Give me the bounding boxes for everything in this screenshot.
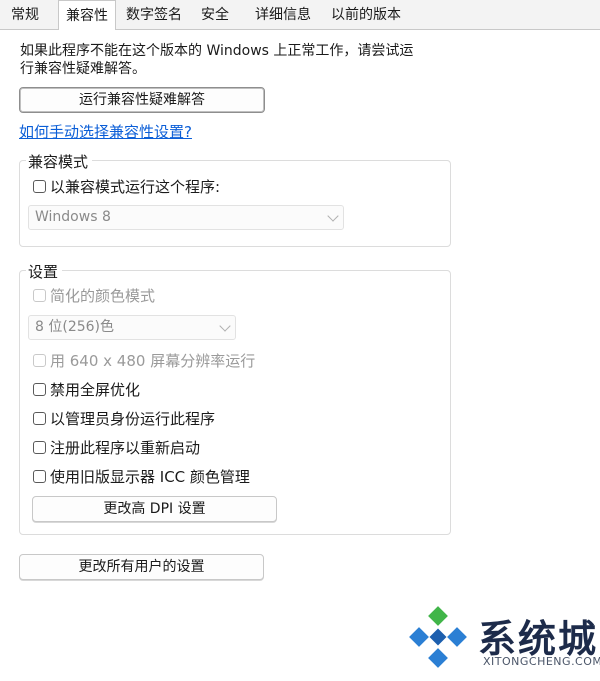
res-640-label: 用 640 x 480 屏幕分辨率运行 [50,352,256,370]
tab-details[interactable]: 详细信息 [246,2,320,29]
tab-compatibility[interactable]: 兼容性 [58,0,116,30]
settings-title: 设置 [26,261,63,282]
tab-previous-versions[interactable]: 以前的版本 [322,2,410,29]
compat-mode-checkbox[interactable] [33,180,46,193]
tab-general[interactable]: 常规 [2,2,48,29]
intro-text: 如果此程序不能在这个版本的 Windows 上正常工作，请尝试运 行兼容性疑难解… [20,42,460,78]
watermark-logo-icon [409,606,467,668]
disable-fullscreen-checkbox[interactable] [33,383,46,396]
manual-settings-link[interactable]: 如何手动选择兼容性设置? [19,121,192,142]
register-restart-label: 注册此程序以重新启动 [50,439,201,457]
intro-line-1: 如果此程序不能在这个版本的 Windows 上正常工作，请尝试运 [20,43,414,59]
change-dpi-button[interactable]: 更改高 DPI 设置 [32,496,277,522]
register-restart-checkbox[interactable] [33,441,46,454]
legacy-icc-label: 使用旧版显示器 ICC 颜色管理 [50,468,250,486]
compat-os-select[interactable]: Windows 8 [28,205,344,230]
tab-digital-signatures[interactable]: 数字签名 [118,2,190,29]
color-depth-select[interactable]: 8 位(256)色 [28,315,236,340]
color-depth-value: 8 位(256)色 [35,319,115,335]
change-all-users-button[interactable]: 更改所有用户的设置 [19,554,264,580]
run-as-admin-label: 以管理员身份运行此程序 [50,410,216,428]
chevron-down-icon [219,320,231,332]
compat-mode-label: 以兼容模式运行这个程序: [50,178,221,196]
chevron-down-icon [327,210,339,222]
tab-security[interactable]: 安全 [192,2,238,29]
run-troubleshooter-button[interactable]: 运行兼容性疑难解答 [19,87,265,113]
run-as-admin-checkbox[interactable] [33,412,46,425]
compat-os-value: Windows 8 [35,209,111,225]
compat-mode-group [19,160,451,247]
reduced-color-label: 简化的颜色模式 [50,287,156,305]
res-640-checkbox[interactable] [33,354,46,367]
watermark-subtext: XITONGCHENG.COM [483,655,600,668]
reduced-color-checkbox[interactable] [33,289,46,302]
legacy-icc-checkbox[interactable] [33,470,46,483]
intro-line-2: 行兼容性疑难解答。 [20,61,146,77]
disable-fullscreen-label: 禁用全屏优化 [50,381,141,399]
compat-mode-title: 兼容模式 [26,151,93,172]
